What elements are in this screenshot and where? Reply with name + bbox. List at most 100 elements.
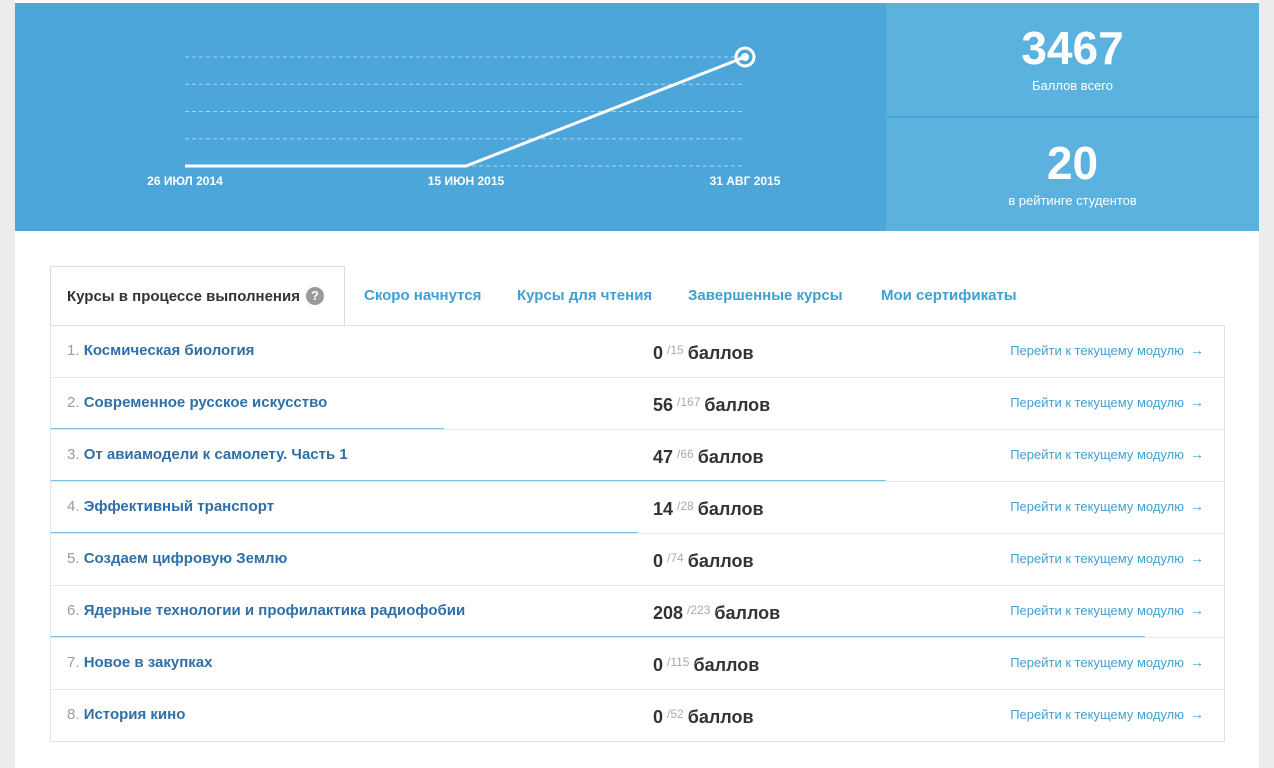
arrow-right-icon: → <box>1190 654 1204 670</box>
course-row: 2. Современное русское искусство 56/167 ба… <box>51 377 1224 430</box>
go-to-module-link[interactable]: Перейти к текущему модулю → <box>1010 586 1204 635</box>
score-unit: баллов <box>704 395 771 415</box>
tab-in-progress-label: Курсы в процессе выполнения <box>67 288 300 305</box>
score-earned: 208 <box>653 603 684 623</box>
score-earned: 56 <box>653 395 674 415</box>
course-row: 1. Космическая биология 0/15 баллов Перейти… <box>51 325 1224 377</box>
score-unit: баллов <box>697 447 764 467</box>
course-number: 2. <box>67 394 80 411</box>
course-name: 3. От авиамодели к самолету. Часть 1 <box>67 430 348 480</box>
score-max: /74 <box>667 551 684 565</box>
course-number: 4. <box>67 498 80 515</box>
score-unit: баллов <box>693 655 760 675</box>
course-score: 14/28 баллов <box>653 482 764 535</box>
question-circle-icon[interactable]: ? <box>305 287 324 305</box>
hero-banner: 26 ИЮЛ 2014 15 ИЮН 2015 31 АВГ 2015 3467 Б… <box>15 3 1259 231</box>
tab-in-progress[interactable]: Курсы в процессе выполнения? <box>50 266 345 326</box>
course-number: 1. <box>67 342 80 359</box>
score-earned: 14 <box>653 499 674 519</box>
chart-tick-label: 26 ИЮЛ 2014 <box>147 174 223 188</box>
course-name: 8. История кино <box>67 690 185 740</box>
course-row: 8. История кино 0/52 баллов Перейти к текущ… <box>51 689 1224 741</box>
arrow-right-icon: → <box>1190 394 1204 410</box>
score-unit: баллов <box>687 551 754 571</box>
rank-box: 20 в рейтинге студентов <box>886 118 1259 231</box>
chart-point <box>741 53 749 61</box>
course-title-link[interactable]: Ядерные технологии и профилактика радиоф… <box>84 602 466 619</box>
go-to-module-label: Перейти к текущему модулю <box>1010 499 1184 514</box>
go-to-module-label: Перейти к текущему модулю <box>1010 655 1184 670</box>
course-row: 7. Новое в закупках 0/115 баллов Перейти к … <box>51 637 1224 689</box>
arrow-right-icon: → <box>1190 446 1204 462</box>
course-number: 8. <box>67 706 80 723</box>
course-name: 6. Ядерные технологии и профилактика рад… <box>67 586 465 636</box>
page: 26 ИЮЛ 2014 15 ИЮН 2015 31 АВГ 2015 3467 Б… <box>15 0 1259 768</box>
go-to-module-link[interactable]: Перейти к текущему модулю → <box>1010 638 1204 687</box>
course-number: 3. <box>67 446 80 463</box>
course-name: 2. Современное русское искусство <box>67 378 327 428</box>
tab-reading[interactable]: Курсы для чтения <box>517 266 652 325</box>
course-row: 4. Эффективный транспорт 14/28 баллов Перей… <box>51 481 1224 535</box>
go-to-module-link[interactable]: Перейти к текущему модулю → <box>1010 690 1204 739</box>
course-number: 7. <box>67 654 80 671</box>
course-title-link[interactable]: Эффективный транспорт <box>84 498 274 515</box>
arrow-right-icon: → <box>1190 550 1204 566</box>
go-to-module-link[interactable]: Перейти к текущему модулю → <box>1010 378 1204 427</box>
go-to-module-label: Перейти к текущему модулю <box>1010 551 1184 566</box>
rank-label: в рейтинге студентов <box>1008 193 1137 208</box>
score-earned: 47 <box>653 447 674 467</box>
go-to-module-label: Перейти к текущему модулю <box>1010 343 1184 358</box>
course-number: 6. <box>67 602 80 619</box>
score-earned: 0 <box>653 343 664 363</box>
course-row: 3. От авиамодели к самолету. Часть 1 47/6… <box>51 429 1224 483</box>
go-to-module-link[interactable]: Перейти к текущему модулю → <box>1010 326 1204 375</box>
go-to-module-label: Перейти к текущему модулю <box>1010 707 1184 722</box>
course-number: 5. <box>67 550 80 567</box>
score-unit: баллов <box>687 343 754 363</box>
stats-panel: 3467 Баллов всего 20 в рейтинге студенто… <box>886 3 1259 231</box>
score-unit: баллов <box>697 499 764 519</box>
course-score: 47/66 баллов <box>653 430 764 483</box>
course-score: 0/74 баллов <box>653 534 754 587</box>
chart-tick-label: 31 АВГ 2015 <box>710 174 781 188</box>
arrow-right-icon: → <box>1190 342 1204 358</box>
course-row: 5. Создаем цифровую Землю 0/74 баллов Перей… <box>51 533 1224 585</box>
go-to-module-link[interactable]: Перейти к текущему модулю → <box>1010 482 1204 531</box>
course-row: 6. Ядерные технологии и профилактика рад… <box>51 585 1224 639</box>
score-max: /15 <box>667 343 684 357</box>
total-points-value: 3467 <box>1021 22 1124 74</box>
course-title-link[interactable]: Создаем цифровую Землю <box>84 550 288 567</box>
tab-certificates[interactable]: Мои сертификаты <box>881 266 1017 325</box>
arrow-right-icon: → <box>1190 498 1204 514</box>
course-title-link[interactable]: Новое в закупках <box>84 654 213 671</box>
course-title-link[interactable]: От авиамодели к самолету. Часть 1 <box>84 446 348 463</box>
course-title-link[interactable]: История кино <box>84 706 186 723</box>
go-to-module-link[interactable]: Перейти к текущему модулю → <box>1010 430 1204 479</box>
total-points-label: Баллов всего <box>1031 78 1113 93</box>
go-to-module-label: Перейти к текущему модулю <box>1010 395 1184 410</box>
course-title-link[interactable]: Современное русское искусство <box>84 394 328 411</box>
score-unit: баллов <box>714 603 781 623</box>
go-to-module-label: Перейти к текущему модулю <box>1010 447 1184 462</box>
course-name: 7. Новое в закупках <box>67 638 212 688</box>
points-line-chart: 26 ИЮЛ 2014 15 ИЮН 2015 31 АВГ 2015 <box>147 46 781 188</box>
course-title-link[interactable]: Космическая биология <box>84 342 255 359</box>
score-max: /167 <box>677 395 701 409</box>
score-max: /223 <box>687 603 711 617</box>
tab-upcoming[interactable]: Скоро начнутся <box>364 266 481 325</box>
course-tabs: Курсы в процессе выполнения? Скоро начну… <box>50 266 1225 326</box>
chart-tick-label: 15 ИЮН 2015 <box>428 174 505 188</box>
score-earned: 0 <box>653 551 664 571</box>
course-score: 0/15 баллов <box>653 326 754 379</box>
points-chart: 26 ИЮЛ 2014 15 ИЮН 2015 31 АВГ 2015 <box>15 3 886 231</box>
course-score: 208/223 баллов <box>653 586 780 639</box>
score-max: /52 <box>667 707 684 721</box>
go-to-module-link[interactable]: Перейти к текущему модулю → <box>1010 534 1204 583</box>
arrow-right-icon: → <box>1190 706 1204 722</box>
score-earned: 0 <box>653 655 664 675</box>
course-list: 1. Космическая биология 0/15 баллов Перейти… <box>50 325 1225 742</box>
score-max: /115 <box>667 655 690 669</box>
rank-value: 20 <box>1046 137 1099 189</box>
course-score: 0/52 баллов <box>653 690 754 743</box>
tab-completed[interactable]: Завершенные курсы <box>688 266 843 325</box>
